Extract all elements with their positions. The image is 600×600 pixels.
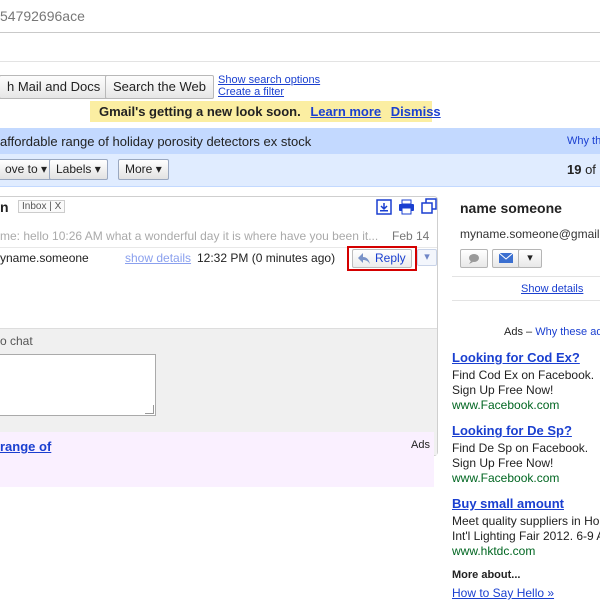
email-subject: affordable range of holiday porosity det… xyxy=(0,134,312,149)
chat-input[interactable] xyxy=(0,354,156,416)
collapsed-preview: me: hello 10:26 AM what a wonderful day … xyxy=(0,229,379,243)
why-these-ads-link[interactable]: Why these ads xyxy=(535,326,600,338)
inline-ad-title[interactable]: range of xyxy=(0,439,51,454)
more-about-link[interactable]: How to Say Hello » xyxy=(452,586,554,600)
inbox-label: Inbox | X xyxy=(18,200,66,213)
ad-2-url[interactable]: www.Facebook.com xyxy=(452,471,559,485)
count-total: of 2 xyxy=(585,162,600,177)
contact-show-details-link[interactable]: Show details xyxy=(521,283,583,295)
resize-handle[interactable] xyxy=(145,405,154,414)
learn-more-link[interactable]: Learn more xyxy=(310,104,381,119)
message-title: n xyxy=(0,199,9,215)
message-count: 19 of 2 xyxy=(567,162,600,177)
reply-options-dropdown[interactable]: ▾ xyxy=(417,249,437,266)
reply-arrow-icon xyxy=(357,250,371,266)
ad-1-title[interactable]: Looking for Cod Ex? xyxy=(452,350,580,365)
labels-label: Labels xyxy=(56,162,92,176)
chat-label: o chat xyxy=(0,334,33,348)
search-web-button[interactable]: Search the Web xyxy=(105,75,214,99)
print-icon[interactable] xyxy=(398,199,415,215)
collapsed-date: Feb 14 xyxy=(392,229,430,243)
why-this-ad-link[interactable]: Why thi xyxy=(567,135,600,147)
ad-2-title[interactable]: Looking for De Sp? xyxy=(452,423,572,438)
ad-3-title[interactable]: Buy small amount xyxy=(452,496,564,511)
new-look-banner: Gmail's getting a new look soon. Learn m… xyxy=(90,101,441,122)
message-time: 12:32 PM (0 minutes ago) xyxy=(197,251,336,265)
inline-ad-panel: range of Ads xyxy=(0,432,434,487)
chat-bubble-button[interactable] xyxy=(460,249,488,268)
ads-header-prefix: Ads – xyxy=(504,326,536,338)
reply-label: Reply xyxy=(375,251,406,265)
ad-3-url[interactable]: www.hktdc.com xyxy=(452,544,535,558)
inbox-label-text: Inbox xyxy=(22,201,47,212)
remove-label-icon[interactable]: X xyxy=(55,201,62,212)
chevron-down-icon: ▾ xyxy=(41,162,48,176)
address-bar-text: 54792696ace xyxy=(0,8,85,24)
chevron-down-icon: ▾ xyxy=(527,252,533,264)
envelope-icon xyxy=(498,252,514,263)
more-button[interactable]: More ▾ xyxy=(118,159,169,180)
address-bar[interactable]: 54792696ace xyxy=(0,0,600,33)
ad-3-line2: Int'l Lighting Fair 2012. 6-9 A xyxy=(452,529,600,543)
message-toolbar: ove to ▾ Labels ▾ More ▾ 19 of 2 xyxy=(0,154,600,187)
labels-button[interactable]: Labels ▾ xyxy=(49,159,108,180)
subject-bar: affordable range of holiday porosity det… xyxy=(0,128,600,154)
right-sidebar: name someone myname.someone@gmail ▾ Show… xyxy=(452,190,600,600)
ad-1-line2: Sign Up Free Now! xyxy=(452,383,554,397)
show-details-link[interactable]: show details xyxy=(125,251,191,265)
ad-2-line1: Find De Sp on Facebook. xyxy=(452,441,589,455)
contact-email: myname.someone@gmail xyxy=(460,227,600,241)
show-search-options-link[interactable]: Show search options xyxy=(218,74,320,86)
contact-name: name someone xyxy=(460,200,562,216)
create-filter-link[interactable]: Create a filter xyxy=(218,86,320,98)
ad-3-line1: Meet quality suppliers in Ho xyxy=(452,514,600,528)
dismiss-link[interactable]: Dismiss xyxy=(391,104,441,119)
reply-button[interactable]: Reply xyxy=(347,246,417,271)
banner-text: Gmail's getting a new look soon. xyxy=(99,104,301,119)
divider xyxy=(452,300,600,301)
divider xyxy=(452,276,600,277)
chevron-down-icon: ▾ xyxy=(424,251,430,263)
expand-all-icon[interactable] xyxy=(421,198,437,214)
ad-1-line1: Find Cod Ex on Facebook. xyxy=(452,368,595,382)
ad-2-line2: Sign Up Free Now! xyxy=(452,456,554,470)
contact-more-dropdown[interactable]: ▾ xyxy=(518,249,542,268)
chat-bubble-icon xyxy=(469,254,479,264)
email-button[interactable] xyxy=(492,249,520,268)
ad-1-url[interactable]: www.Facebook.com xyxy=(452,398,559,412)
move-to-button[interactable]: ove to ▾ xyxy=(0,159,52,180)
move-to-label: ove to xyxy=(5,162,38,176)
search-options-links: Show search options Create a filter xyxy=(218,74,320,98)
new-window-icon[interactable] xyxy=(376,199,392,215)
chevron-down-icon: ▾ xyxy=(94,162,101,176)
more-about-heading: More about... xyxy=(452,569,521,581)
count-current: 19 xyxy=(567,162,582,177)
search-mail-docs-button[interactable]: h Mail and Docs xyxy=(0,75,109,99)
ads-header: Ads – Why these ads xyxy=(504,326,600,338)
sender-name[interactable]: yname.someone xyxy=(0,251,89,265)
more-label: More xyxy=(125,162,153,176)
chevron-down-icon: ▾ xyxy=(155,162,162,176)
inline-ads-label: Ads xyxy=(411,439,430,451)
toolbar-strip xyxy=(0,33,600,62)
